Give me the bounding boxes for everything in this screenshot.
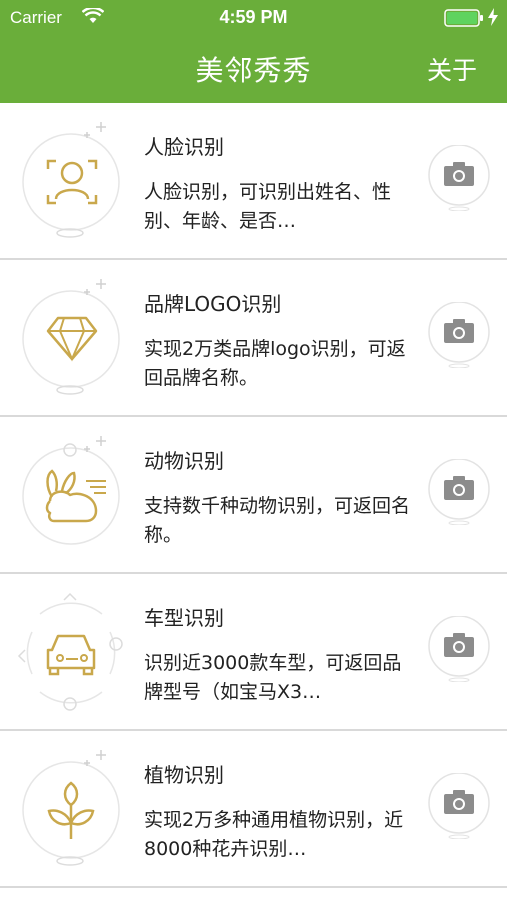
list-item-logo-recognition[interactable]: 品牌LOGO识别 实现2万类品牌logo识别，可返回品牌名称。 <box>0 260 507 417</box>
list-item-face-recognition[interactable]: 人脸识别 人脸识别，可识别出姓名、性别、年龄、是否… <box>0 103 507 260</box>
battery-icon <box>444 9 483 27</box>
list-item-animal-recognition[interactable]: 动物识别 支持数千种动物识别，可返回名称。 <box>0 417 507 574</box>
about-button[interactable]: 关于 <box>427 51 477 87</box>
face-icon <box>22 122 120 238</box>
item-title: 植物识别 <box>144 763 224 787</box>
item-description: 支持数千种动物识别，可返回名称。 <box>144 495 411 546</box>
camera-button[interactable] <box>426 459 492 525</box>
item-description: 实现2万类品牌logo识别，可返回品牌名称。 <box>144 338 406 389</box>
charging-bolt-icon <box>488 8 498 26</box>
item-description: 实现2万多种通用植物识别，近8000种花卉识别… <box>144 809 404 860</box>
item-title: 动物识别 <box>144 449 224 473</box>
status-time: 4:59 PM <box>219 7 288 27</box>
item-description: 人脸识别，可识别出姓名、性别、年龄、是否… <box>144 181 392 232</box>
list-item-car-recognition[interactable]: 车型识别 识别近3000款车型，可返回品牌型号（如宝马X3… <box>0 574 507 731</box>
status-bar: Carrier 4:59 PM <box>0 0 507 36</box>
camera-button[interactable] <box>426 773 492 839</box>
camera-button[interactable] <box>426 616 492 682</box>
plant-icon <box>22 750 120 866</box>
item-title: 人脸识别 <box>144 135 224 159</box>
app-header: Carrier 4:59 PM 美邻秀秀 关于 <box>0 0 507 103</box>
car-icon <box>17 592 123 711</box>
list-item-plant-recognition[interactable]: 植物识别 实现2万多种通用植物识别，近8000种花卉识别… <box>0 731 507 888</box>
recognition-list: 人脸识别 人脸识别，可识别出姓名、性别、年龄、是否… 品牌LOGO识别 实现2万… <box>0 103 507 888</box>
item-title: 车型识别 <box>144 606 224 630</box>
item-title: 品牌LOGO识别 <box>144 292 282 316</box>
camera-button[interactable] <box>426 302 492 368</box>
item-description: 识别近3000款车型，可返回品牌型号（如宝马X3… <box>144 652 402 703</box>
camera-button[interactable] <box>426 145 492 211</box>
rabbit-icon <box>22 436 120 545</box>
diamond-icon <box>22 279 120 395</box>
